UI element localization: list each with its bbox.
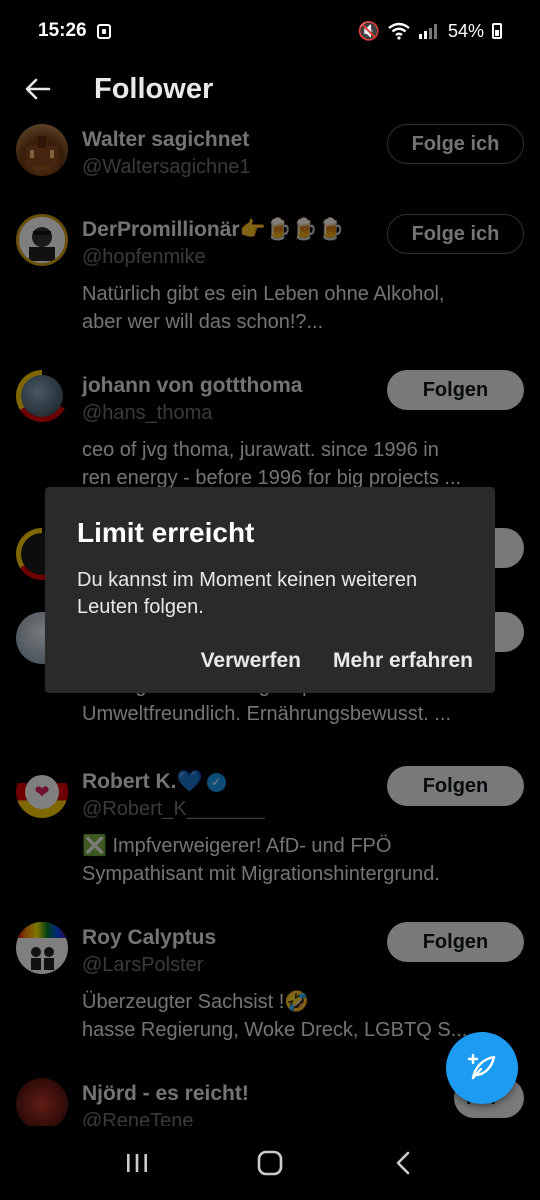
follower-bio: Überzeugter Sachsist !🤣 hasse Regierung,… [82, 991, 468, 1041]
learn-more-button[interactable]: Mehr erfahren [333, 649, 473, 673]
status-time: 15:26 [38, 20, 87, 41]
battery-icon [492, 23, 502, 39]
follower-bio: Natürlich gibt es ein Leben ohne Alkohol… [82, 283, 445, 333]
avatar[interactable] [16, 1078, 68, 1126]
status-bar: 15:26 🔇 54% [0, 0, 540, 62]
limit-dialog: Limit erreicht Du kannst im Moment keine… [45, 487, 495, 693]
system-nav-bar [0, 1126, 540, 1200]
back-arrow-icon[interactable] [20, 71, 56, 107]
follower-name[interactable]: Walter sagichnet [82, 128, 249, 152]
follower-handle: @hopfenmike [82, 246, 206, 268]
avatar[interactable] [16, 370, 68, 422]
follower-bio: ❎ Impfverweigerer! AfD- und FPÖ Sympathi… [82, 835, 440, 885]
avatar[interactable] [16, 124, 68, 176]
avatar[interactable] [16, 922, 68, 974]
wifi-icon [388, 22, 410, 40]
home-icon[interactable] [245, 1138, 295, 1188]
dismiss-button[interactable]: Verwerfen [201, 649, 301, 673]
verified-badge-icon: ✓ [206, 772, 226, 792]
battery-percent: 54% [447, 20, 484, 41]
app-header: Follower [0, 62, 540, 116]
avatar[interactable]: ❤ [16, 766, 68, 818]
follower-handle: @ReneTene [82, 1110, 194, 1126]
signal-icon [418, 24, 437, 39]
follower-name[interactable]: DerPromillionär👉🍺🍺🍺 [82, 218, 344, 242]
follower-name[interactable]: Njörd - es reicht! [82, 1082, 249, 1106]
follow-button[interactable]: Folgen [387, 370, 524, 410]
page-title: Follower [94, 72, 214, 105]
mute-icon: 🔇 [357, 20, 380, 41]
notification-icon [96, 23, 111, 39]
follower-handle: @LarsPolster [82, 954, 204, 976]
follower-name[interactable]: Roy Calyptus [82, 926, 216, 950]
compose-feather-icon [467, 1053, 496, 1080]
back-nav-icon[interactable] [378, 1138, 428, 1188]
dialog-title: Limit erreicht [77, 517, 255, 548]
following-button[interactable]: Folge ich [387, 214, 524, 254]
follower-handle: @Waltersagichne1 [82, 156, 251, 178]
recent-apps-icon[interactable] [112, 1138, 162, 1188]
follower-name[interactable]: johann von gottthoma [82, 374, 302, 398]
dialog-message: Du kannst im Moment keinen weiteren Leut… [77, 569, 418, 618]
follower-name[interactable]: Robert K.💙 ✓ [82, 770, 226, 794]
following-button[interactable]: Folge ich [387, 124, 524, 164]
follow-button[interactable]: Folgen [387, 922, 524, 962]
compose-button[interactable] [446, 1032, 518, 1104]
follower-handle: @hans_thoma [82, 402, 213, 424]
follower-handle: @Robert_K_______ [82, 798, 265, 820]
follower-bio: ceo of jvg thoma, jurawatt. since 1996 i… [82, 439, 462, 489]
follow-button[interactable]: Folgen [387, 766, 524, 806]
avatar[interactable] [16, 214, 68, 266]
